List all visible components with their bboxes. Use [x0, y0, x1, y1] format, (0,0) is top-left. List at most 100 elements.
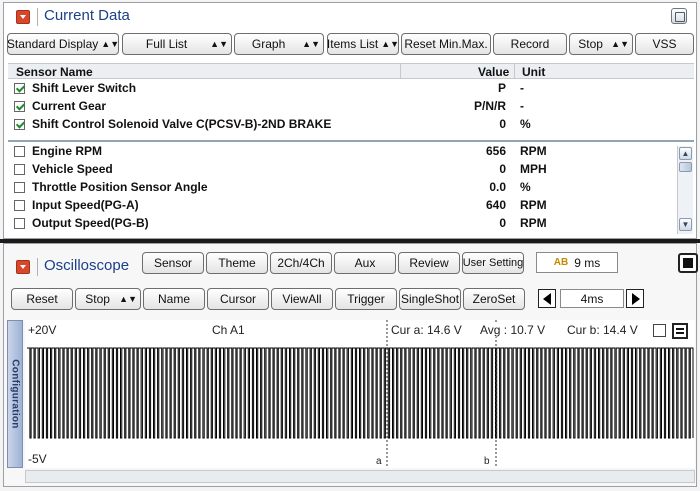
reset-minmax-button[interactable]: Reset Min.Max.	[401, 33, 491, 55]
sensor-unit: %	[520, 117, 531, 131]
sensor-row[interactable]: Vehicle Speed 0 MPH	[8, 160, 676, 178]
scope-display[interactable]: +20V -5V Ch A1 Cur a: 14.6 V Avg : 10.7 …	[25, 320, 695, 468]
channels-button[interactable]: 2Ch/4Ch	[270, 252, 332, 274]
stop-label: Stop	[85, 292, 110, 306]
scroll-up-icon[interactable]: ▲	[679, 147, 692, 160]
items-list-dropdown[interactable]: Items List ▲▼	[327, 33, 399, 55]
column-sensor-name[interactable]: Sensor Name	[16, 65, 93, 79]
sensor-value: P	[497, 81, 506, 95]
sensor-unit: %	[520, 180, 531, 194]
scroll-thumb[interactable]	[679, 162, 692, 172]
row-checkbox[interactable]	[14, 119, 25, 130]
timebase-decrease-icon[interactable]	[538, 289, 556, 308]
up-down-arrows-icon: ▲▼	[302, 38, 320, 49]
column-divider	[400, 64, 401, 78]
sensor-value: 0	[499, 117, 506, 131]
sensor-value: 0	[499, 162, 506, 176]
theme-button[interactable]: Theme	[206, 252, 268, 274]
full-list-label: Full List	[145, 37, 188, 51]
sensor-button[interactable]: Sensor	[142, 252, 204, 274]
top-voltage-label: +20V	[28, 323, 57, 337]
sensor-unit: -	[520, 81, 524, 95]
zero-set-button[interactable]: ZeroSet	[463, 288, 525, 310]
cursor-b-readout: Cur b: 14.4 V	[566, 323, 639, 337]
sensor-name: Vehicle Speed	[32, 162, 113, 176]
up-down-arrows-icon: ▲▼	[119, 293, 137, 304]
sensor-row[interactable]: Current Gear P/N/R -	[8, 97, 694, 115]
cursor-b-marker-label: b	[484, 456, 490, 467]
sensor-name: Output Speed(PG-B)	[32, 216, 149, 230]
configuration-tab[interactable]: Configuration	[7, 320, 23, 468]
sensor-value: 656	[485, 144, 506, 158]
reset-button[interactable]: Reset	[11, 288, 73, 310]
scroll-down-icon[interactable]: ▼	[679, 218, 692, 231]
waveform-trace	[27, 347, 694, 439]
scope-option-checkbox[interactable]	[653, 324, 666, 337]
channel-label: Ch A1	[212, 323, 245, 337]
row-checkbox[interactable]	[14, 182, 25, 193]
row-checkbox[interactable]	[14, 101, 25, 112]
trigger-button[interactable]: Trigger	[335, 288, 397, 310]
row-checkbox[interactable]	[14, 83, 25, 94]
scope-horizontal-scrollbar[interactable]	[25, 470, 695, 483]
column-unit[interactable]: Unit	[522, 65, 545, 79]
row-checkbox[interactable]	[14, 218, 25, 229]
cursor-button[interactable]: Cursor	[207, 288, 269, 310]
sensor-name: Throttle Position Sensor Angle	[32, 180, 208, 194]
sensor-row[interactable]: Engine RPM 656 RPM	[8, 142, 676, 160]
up-down-arrows-icon: ▲▼	[210, 38, 228, 49]
sensor-list-scrollbar[interactable]: ▲ ▼	[677, 146, 693, 234]
user-setting-button[interactable]: User Setting	[462, 252, 524, 274]
sensor-row[interactable]: Throttle Position Sensor Angle 0.0 %	[8, 178, 676, 196]
panel-title: Oscilloscope	[44, 257, 130, 274]
stop-dropdown[interactable]: Stop ▲▼	[75, 288, 141, 310]
timebase-field[interactable]: 4ms	[560, 289, 624, 308]
sensor-row[interactable]: Input Speed(PG-A) 640 RPM	[8, 196, 676, 214]
sensor-row[interactable]: Output Speed(PG-B) 0 RPM	[8, 214, 676, 232]
header-divider	[37, 8, 38, 26]
sensor-table-header: Sensor Name Value Unit	[8, 63, 694, 79]
column-value[interactable]: Value	[478, 65, 509, 79]
column-divider	[514, 64, 515, 78]
ab-icon: AB	[553, 257, 569, 268]
single-shot-button[interactable]: SingleShot	[399, 288, 461, 310]
header-divider	[37, 258, 38, 276]
sensor-name: Engine RPM	[32, 144, 103, 158]
sensor-unit: RPM	[520, 216, 547, 230]
sensor-unit: RPM	[520, 198, 547, 212]
collapse-toggle-icon[interactable]	[16, 10, 30, 24]
full-list-dropdown[interactable]: Full List ▲▼	[122, 33, 232, 55]
scope-layout-icon[interactable]	[672, 323, 688, 339]
display-mode-dropdown[interactable]: Standard Display ▲▼	[7, 33, 119, 55]
review-button[interactable]: Review	[398, 252, 460, 274]
items-list-label: Items List	[327, 37, 379, 51]
time-per-div-value: 9 ms	[574, 255, 601, 270]
record-button[interactable]: Record	[493, 33, 567, 55]
name-button[interactable]: Name	[143, 288, 205, 310]
cursor-a-readout: Cur a: 14.6 V	[390, 323, 463, 337]
timebase-increase-icon[interactable]	[626, 289, 644, 308]
sensor-name: Current Gear	[32, 99, 107, 113]
sensor-unit: RPM	[520, 144, 547, 158]
sensor-value: 0	[499, 216, 506, 230]
vss-button[interactable]: VSS	[635, 33, 694, 55]
oscilloscope-panel: Oscilloscope Sensor Theme 2Ch/4Ch Aux Re…	[3, 243, 698, 487]
row-checkbox[interactable]	[14, 164, 25, 175]
panel-title: Current Data	[44, 7, 130, 24]
stop-square-icon[interactable]	[678, 253, 698, 273]
row-checkbox[interactable]	[14, 200, 25, 211]
graph-dropdown[interactable]: Graph ▲▼	[234, 33, 324, 55]
maximize-window-icon[interactable]	[671, 8, 687, 24]
row-checkbox[interactable]	[14, 146, 25, 157]
sensor-row[interactable]: Shift Control Solenoid Valve C(PCSV-B)-2…	[8, 115, 694, 133]
collapse-toggle-icon[interactable]	[16, 260, 30, 274]
stop-dropdown[interactable]: Stop ▲▼	[569, 33, 633, 55]
view-all-button[interactable]: ViewAll	[271, 288, 333, 310]
current-data-panel: Current Data Standard Display ▲▼ Full Lis…	[3, 2, 697, 239]
current-data-header: Current Data	[4, 3, 696, 30]
average-readout: Avg : 10.7 V	[479, 323, 547, 337]
aux-button[interactable]: Aux	[334, 252, 396, 274]
graph-label: Graph	[251, 37, 286, 51]
cursor-a-marker-label: a	[376, 456, 382, 467]
sensor-row[interactable]: Shift Lever Switch P -	[8, 79, 694, 97]
